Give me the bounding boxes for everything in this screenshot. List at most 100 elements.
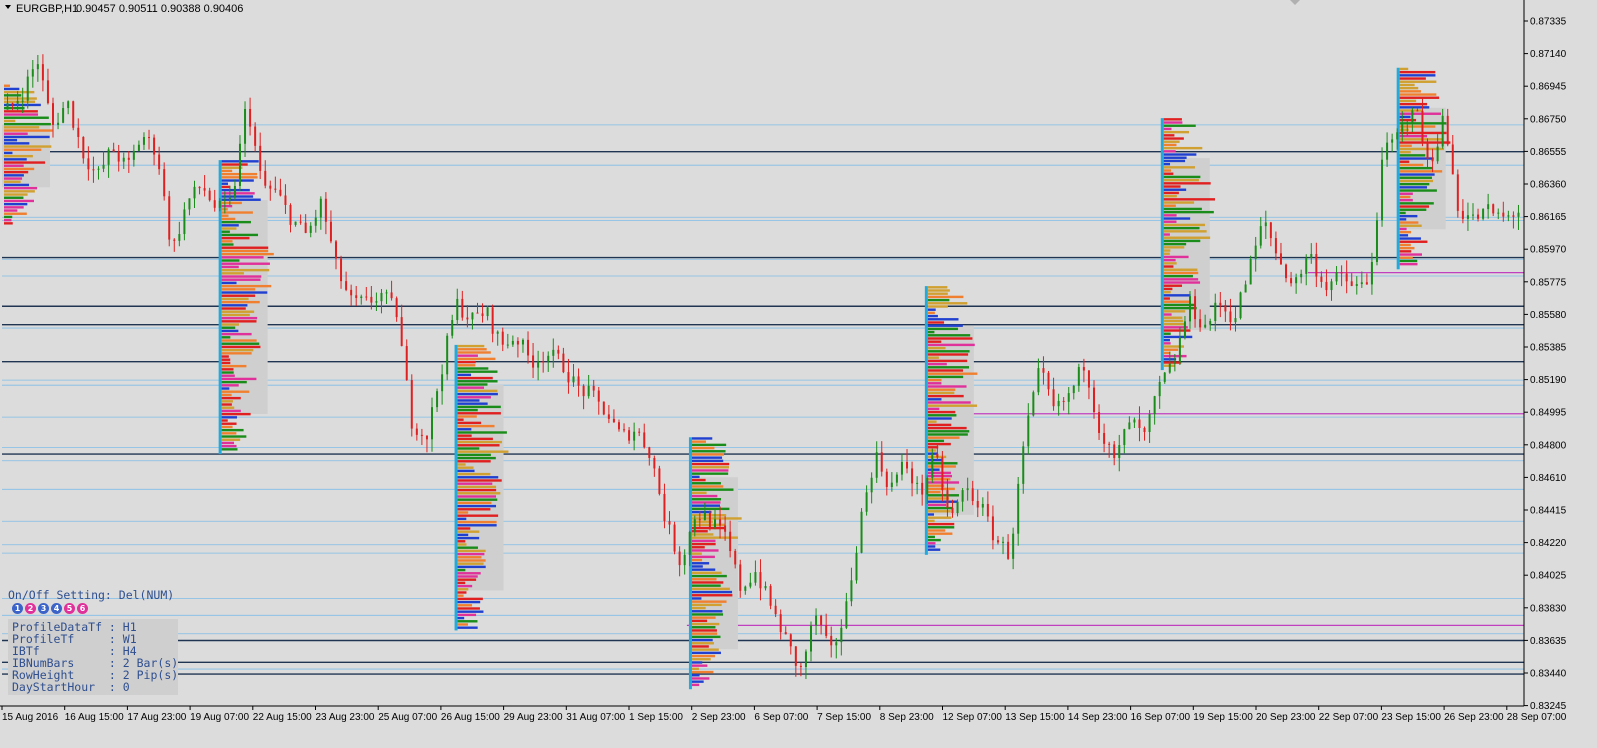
profile-row [457,472,491,476]
candle-body [840,627,843,643]
profile-row [221,224,239,227]
profile-row [1163,124,1196,127]
candle-body [1239,292,1242,319]
profile-row [457,399,480,402]
candle-body [592,385,595,391]
x-tick-label: 14 Sep 23:00 [1068,712,1128,723]
profile-row [927,311,935,315]
profile-row [1163,150,1176,153]
profile-row [221,240,233,243]
candle-body [284,195,287,205]
profile-row [221,444,237,448]
profile-row [4,135,50,139]
candle-body [1401,123,1404,133]
candle-body [855,552,858,581]
profile-row [1163,140,1180,143]
profile-row [221,384,239,387]
profile-row [1399,96,1440,99]
profile-row [1163,210,1214,214]
candle-body [986,503,989,517]
profile-row [457,591,467,594]
profile-row [457,415,477,418]
chart-window[interactable]: 0.87335 0.87140 0.86945 0.86750 0.86555 0.863… [0,0,1597,743]
price-chart[interactable]: 0.87335 0.87140 0.86945 0.86750 0.86555 0.863… [0,0,1597,743]
profile-row [1399,90,1421,93]
profile-row [221,185,231,189]
profile-row [691,600,727,603]
profile-row [4,97,37,100]
profile-row [691,587,730,591]
profile-row [691,494,718,498]
profile-row [1163,143,1177,147]
profile-row [221,416,237,419]
profile-row [1399,150,1411,154]
profile-row [927,330,935,334]
profile-toggle-3[interactable]: 3 [38,603,49,614]
candle-body [1244,284,1247,293]
candle-body [360,296,363,298]
candle-body [1002,541,1005,543]
candle-body [314,217,317,226]
candle-body [1153,396,1156,415]
candle-body [653,457,656,469]
profile-row [927,353,969,356]
profile-row [691,472,729,475]
profile-row [221,326,236,329]
candle-body [1214,302,1217,322]
profile-row [927,526,955,529]
profile-toggle-4[interactable]: 4 [51,603,62,614]
profile-row [457,623,469,626]
candle-body [734,551,737,565]
profile-row [4,183,30,187]
profile-row [221,355,229,358]
candle-body [1370,261,1373,285]
profile-row [221,300,260,304]
profile-row [691,622,720,626]
profile-row [1399,237,1421,240]
candle-body [223,199,226,201]
y-tick-label: 0.86360 [1530,180,1567,191]
candle-body [991,516,994,541]
x-tick-label: 22 Sep 07:00 [1319,712,1379,723]
candle-body [264,170,267,186]
profile-toggle-2[interactable]: 2 [25,603,36,614]
y-tick-label: 0.83635 [1530,636,1567,647]
candle-body [92,169,95,171]
candle-body [532,355,535,368]
candle-body [683,554,686,566]
y-tick-label: 0.87140 [1530,49,1567,60]
candle-body [87,158,90,170]
profile-row [1399,83,1415,87]
profile-row [221,412,251,416]
candle-body [380,292,383,302]
profile-row [221,448,238,451]
candle-body [926,477,929,495]
profile-row [221,249,269,253]
profile-row [927,529,946,532]
profile-row [1399,99,1417,103]
candle-body [1330,281,1333,291]
profile-toggle-6[interactable]: 6 [77,603,88,614]
profile-row [691,632,718,635]
candle-body [1103,432,1106,444]
candle-body [1148,414,1151,432]
profile-row [691,504,720,507]
candle-body [1320,276,1323,282]
profile-row [927,513,934,516]
candle-body [1497,212,1500,214]
candle-body [112,149,115,152]
profile-row [457,540,466,543]
candle-body [946,490,949,508]
profile-row [691,670,714,674]
x-tick-label: 17 Aug 23:00 [127,712,186,723]
profile-row [1399,176,1432,179]
candle-body [1502,212,1505,217]
profile-toggle-5[interactable]: 5 [64,603,75,614]
y-tick-label: 0.84220 [1530,538,1567,549]
candle-body [269,185,272,189]
profile-toggle-1[interactable]: 1 [12,603,23,614]
candle-body [865,492,868,512]
profile-row [457,344,485,348]
profile-row [221,291,268,294]
profile-row [221,425,233,429]
